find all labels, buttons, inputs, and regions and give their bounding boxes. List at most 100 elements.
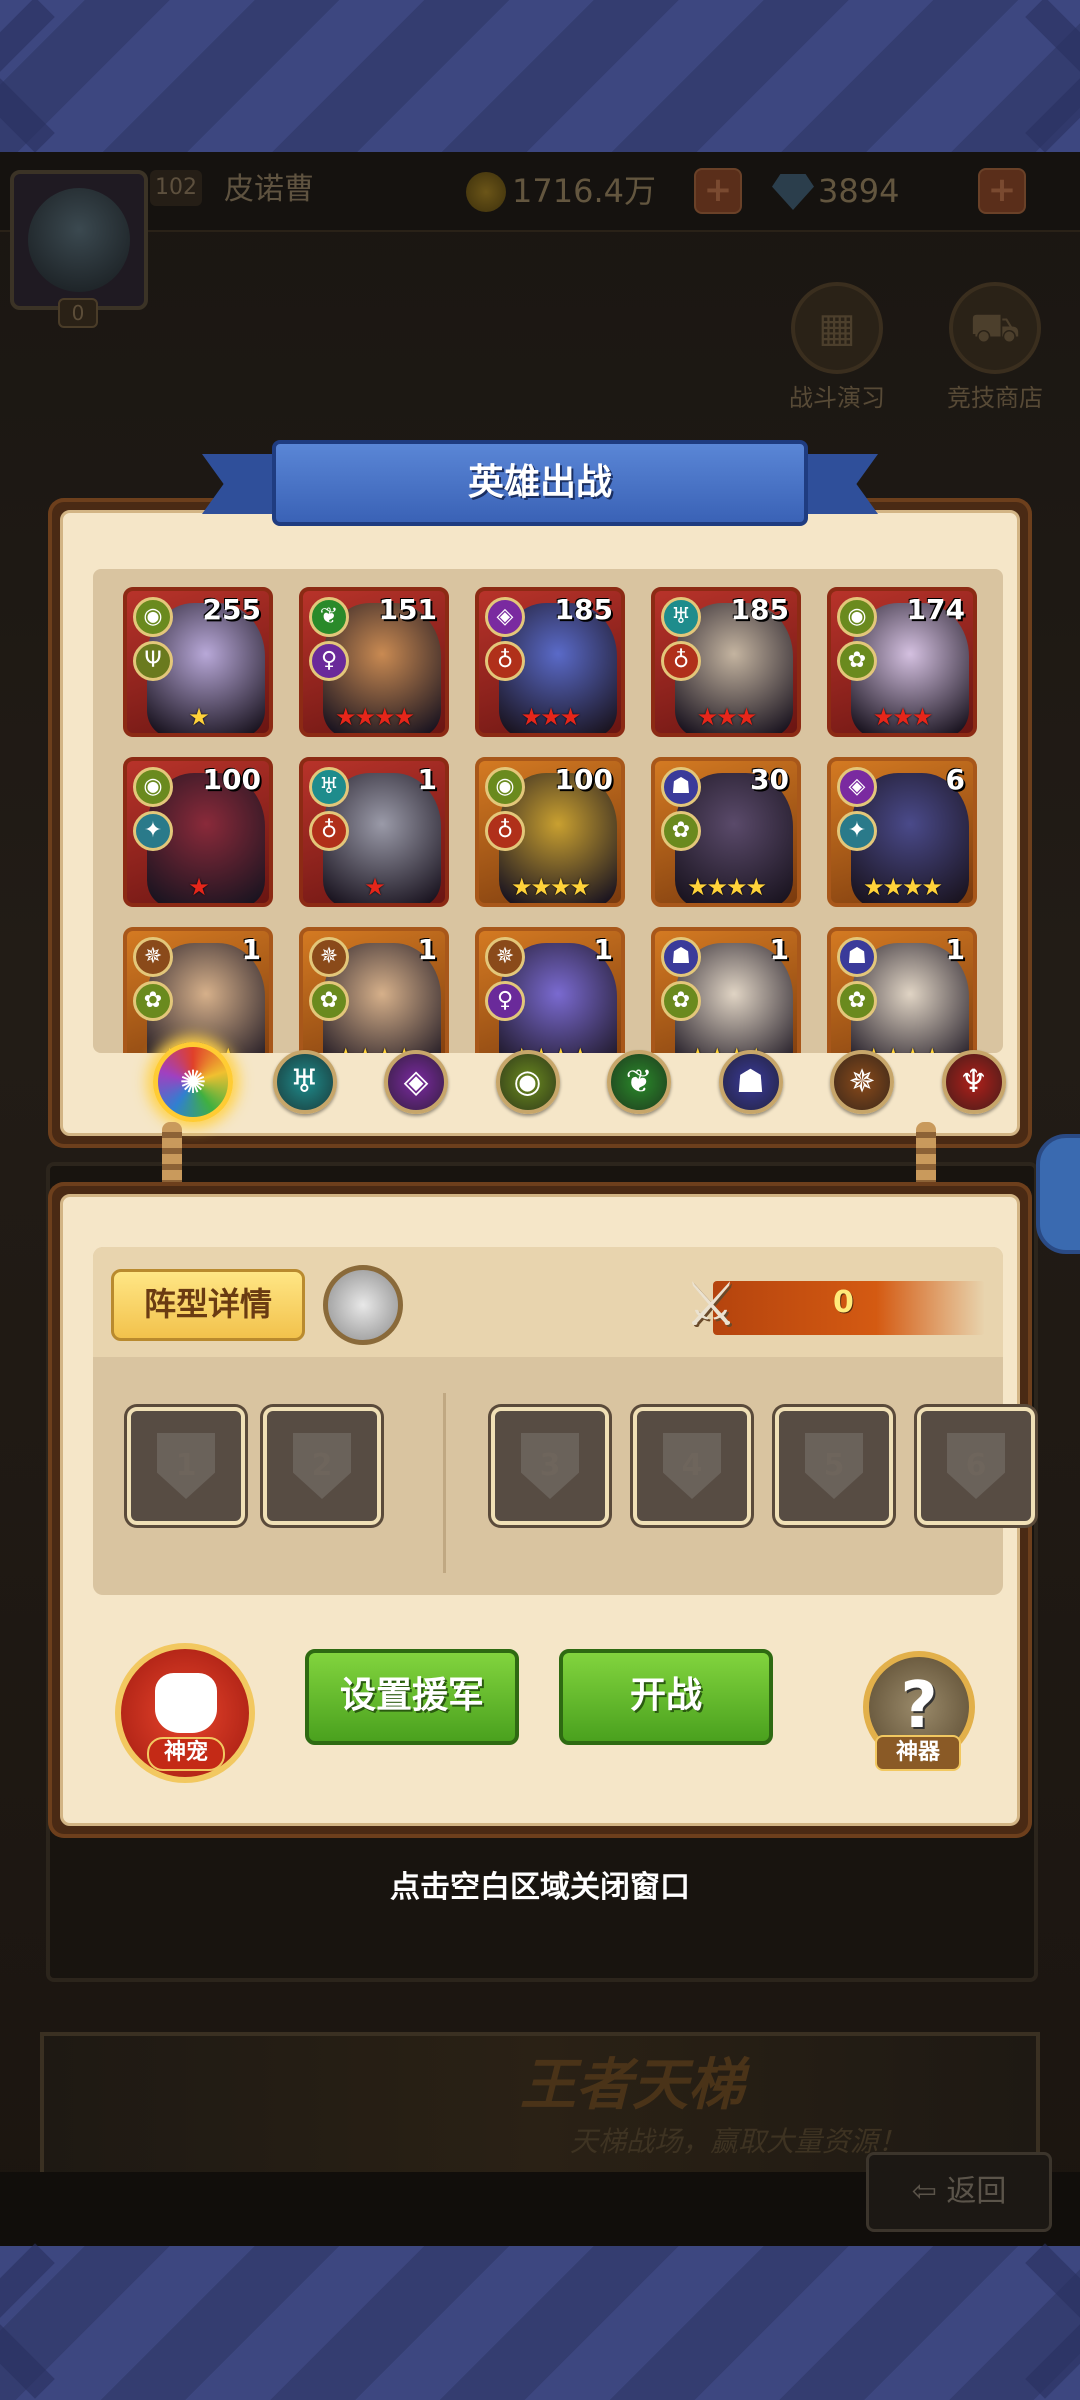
leaf-icon: ❦ xyxy=(625,1062,653,1100)
slot-number: 3 xyxy=(539,1448,561,1483)
formation-slot-area: 阵型详情 ⚔ 0 1 2 3 4 5 6 xyxy=(93,1247,1035,1595)
hero-card[interactable]: ✵✿1★★★★ xyxy=(299,927,449,1053)
hero-card[interactable]: ◉ ✦ 100 ★ xyxy=(123,757,273,907)
hero-stars: ★★★★ xyxy=(655,1043,797,1053)
hero-level: 255 xyxy=(202,593,261,626)
hero-stars: ★ xyxy=(188,873,210,901)
hero-stars: ★★★ xyxy=(696,703,758,731)
dark-skull-icon: ☗ xyxy=(661,937,701,977)
return-button[interactable]: ⇦ 返回 xyxy=(866,2152,1052,2232)
hero-panel-inner: ◉ Ψ 255 ★ ❦ ♀ 151 ★★★★ ◈ ♁ 185 ★★★ ♅ ♁ 185 ★★★ ◉ ✿ 174 ★★★ ◉… xyxy=(60,510,1020,1136)
orb-icon: ◈ xyxy=(403,1062,429,1100)
avatar[interactable] xyxy=(10,170,148,310)
slot-number: 5 xyxy=(823,1448,845,1483)
heaven-wheel-icon: ✵ xyxy=(485,937,525,977)
hero-card[interactable]: ✵♀ 1 ★★★★ xyxy=(475,927,625,1053)
shadow-orb-icon: ◈ xyxy=(485,597,525,637)
hero-level: 174 xyxy=(906,593,965,626)
forest-leaf-icon: ❦ xyxy=(309,597,349,637)
add-gold-button[interactable]: + xyxy=(694,168,742,214)
slot-number: 6 xyxy=(965,1448,987,1483)
hero-card[interactable]: ♅ ♁ 185 ★★★ xyxy=(651,587,801,737)
faction-filter-abyss[interactable]: ♅ xyxy=(272,1050,337,1114)
chevron-left-decor xyxy=(0,0,113,153)
faction-filter-heaven[interactable]: ✵ xyxy=(830,1050,894,1114)
support-orb-icon: ✿ xyxy=(133,981,173,1021)
formation-slot-2[interactable]: 2 xyxy=(263,1407,381,1525)
formation-panel: 阵型详情 ⚔ 0 1 2 3 4 5 6 神宠 设置援军 开战 ? 神器 xyxy=(48,1182,1035,1838)
hero-card[interactable]: ☗ ✿ 30 ★★★★ xyxy=(651,757,801,907)
top-frame xyxy=(0,0,1080,153)
hero-card[interactable]: ◉ ♁ 100 ★★★★ xyxy=(475,757,625,907)
formation-slot-1[interactable]: 1 xyxy=(127,1407,245,1525)
faction-filter-forest[interactable]: ❦ xyxy=(607,1050,671,1114)
gold-coin-icon xyxy=(466,172,506,212)
pet-mask-icon xyxy=(155,1673,217,1733)
hero-card[interactable]: ◈ ♁ 185 ★★★ xyxy=(475,587,625,737)
vip-badge: 0 xyxy=(58,298,98,328)
hero-grid: ◉ Ψ 255 ★ ❦ ♀ 151 ★★★★ ◈ ♁ 185 ★★★ ♅ ♁ 185 ★★★ ◉ ✿ 174 ★★★ ◉… xyxy=(93,569,1003,1053)
hero-level: 1 xyxy=(241,933,261,966)
arena-shop-button[interactable]: ⛟ 竞技商店 xyxy=(940,282,1050,413)
faction-filter-all[interactable]: ✺ xyxy=(153,1042,233,1122)
formation-toggle-icon[interactable] xyxy=(323,1265,403,1345)
hero-stars: ★★★★ xyxy=(686,873,767,901)
formation-slot-6[interactable]: 6 xyxy=(917,1407,1035,1525)
start-battle-button[interactable]: 开战 xyxy=(559,1649,773,1745)
back-arrow-icon: ⇦ xyxy=(911,2174,947,2209)
hero-level: 30 xyxy=(750,763,789,796)
faction-filter-light[interactable]: ◉ xyxy=(495,1050,560,1114)
skull-icon: ☗ xyxy=(736,1062,765,1100)
hero-stars: ★★★★ xyxy=(510,873,591,901)
close-window-hint[interactable]: 点击空白区域关闭窗口 xyxy=(0,1862,1080,1906)
cart-icon: ⛟ xyxy=(949,282,1041,374)
crossed-swords-icon: ⚔ xyxy=(684,1270,738,1340)
eye-icon: ◉ xyxy=(513,1062,542,1100)
hero-card[interactable]: ☗✿1★★★★ xyxy=(827,927,977,1053)
hero-stars: ★★★★ xyxy=(479,1043,621,1053)
battle-drill-label: 战斗演习 xyxy=(789,384,885,412)
support-orb-icon: ✿ xyxy=(837,981,877,1021)
faction-filter-fortress[interactable]: ♆ xyxy=(941,1050,1006,1114)
hero-card[interactable]: ✵✿1★★★★ xyxy=(123,927,273,1053)
shuriken-icon: ✦ xyxy=(133,811,173,851)
ladder-title: 王者天梯 xyxy=(520,2053,744,2118)
rainbow-swirl-icon: ✺ xyxy=(179,1063,207,1101)
hero-level: 1 xyxy=(593,933,613,966)
battle-drill-button[interactable]: ▦ 战斗演习 xyxy=(782,282,892,413)
hero-card[interactable]: ❦ ♀ 151 ★★★★ xyxy=(299,587,449,737)
power-value: 0 xyxy=(833,1285,854,1320)
crest-icon: ♆ xyxy=(959,1062,988,1100)
formation-slot-4[interactable]: 4 xyxy=(633,1407,751,1525)
hero-level: 6 xyxy=(945,763,965,796)
hero-stars: ★★★★ xyxy=(862,873,943,901)
formation-slot-3[interactable]: 3 xyxy=(491,1407,609,1525)
artifact-button[interactable]: ? 神器 xyxy=(853,1637,993,1777)
film-icon: ▦ xyxy=(791,282,883,374)
shuriken-icon: ✦ xyxy=(837,811,877,851)
gold-amount: 1716.4万 xyxy=(512,172,656,210)
faction-filter-dark[interactable]: ☗ xyxy=(718,1050,783,1114)
hero-card[interactable]: ◈ ✦ 6 ★★★★ xyxy=(827,757,977,907)
light-eye-icon: ◉ xyxy=(485,767,525,807)
hero-card[interactable]: ◉ Ψ 255 ★ xyxy=(123,587,273,737)
hero-card[interactable]: ◉ ✿ 174 ★★★ xyxy=(827,587,977,737)
hero-level: 1 xyxy=(417,933,437,966)
add-gems-button[interactable]: + xyxy=(978,168,1026,214)
divine-pet-button[interactable]: 神宠 xyxy=(115,1643,255,1783)
formation-slot-5[interactable]: 5 xyxy=(775,1407,893,1525)
light-eye-icon: ◉ xyxy=(133,767,173,807)
modal-title: 英雄出战 xyxy=(272,440,808,526)
support-orb-icon: ✿ xyxy=(837,641,877,681)
set-reinforcements-button[interactable]: 设置援军 xyxy=(305,1649,519,1745)
shadow-orb-icon: ◈ xyxy=(837,767,877,807)
hero-card[interactable]: ☗✿1★★★★ xyxy=(651,927,801,1053)
hero-level: 1 xyxy=(417,763,437,796)
formation-details-button[interactable]: 阵型详情 xyxy=(111,1269,305,1341)
mage-orb-icon: ♀ xyxy=(309,641,349,681)
chevron-right-decor-bottom xyxy=(967,2243,1080,2399)
faction-filter-shadow[interactable]: ◈ xyxy=(384,1050,448,1114)
hero-card[interactable]: ♅ ♁ 1 ★ xyxy=(299,757,449,907)
warrior-flame-icon: ♁ xyxy=(309,811,349,851)
side-expand-tab[interactable] xyxy=(1036,1134,1080,1254)
